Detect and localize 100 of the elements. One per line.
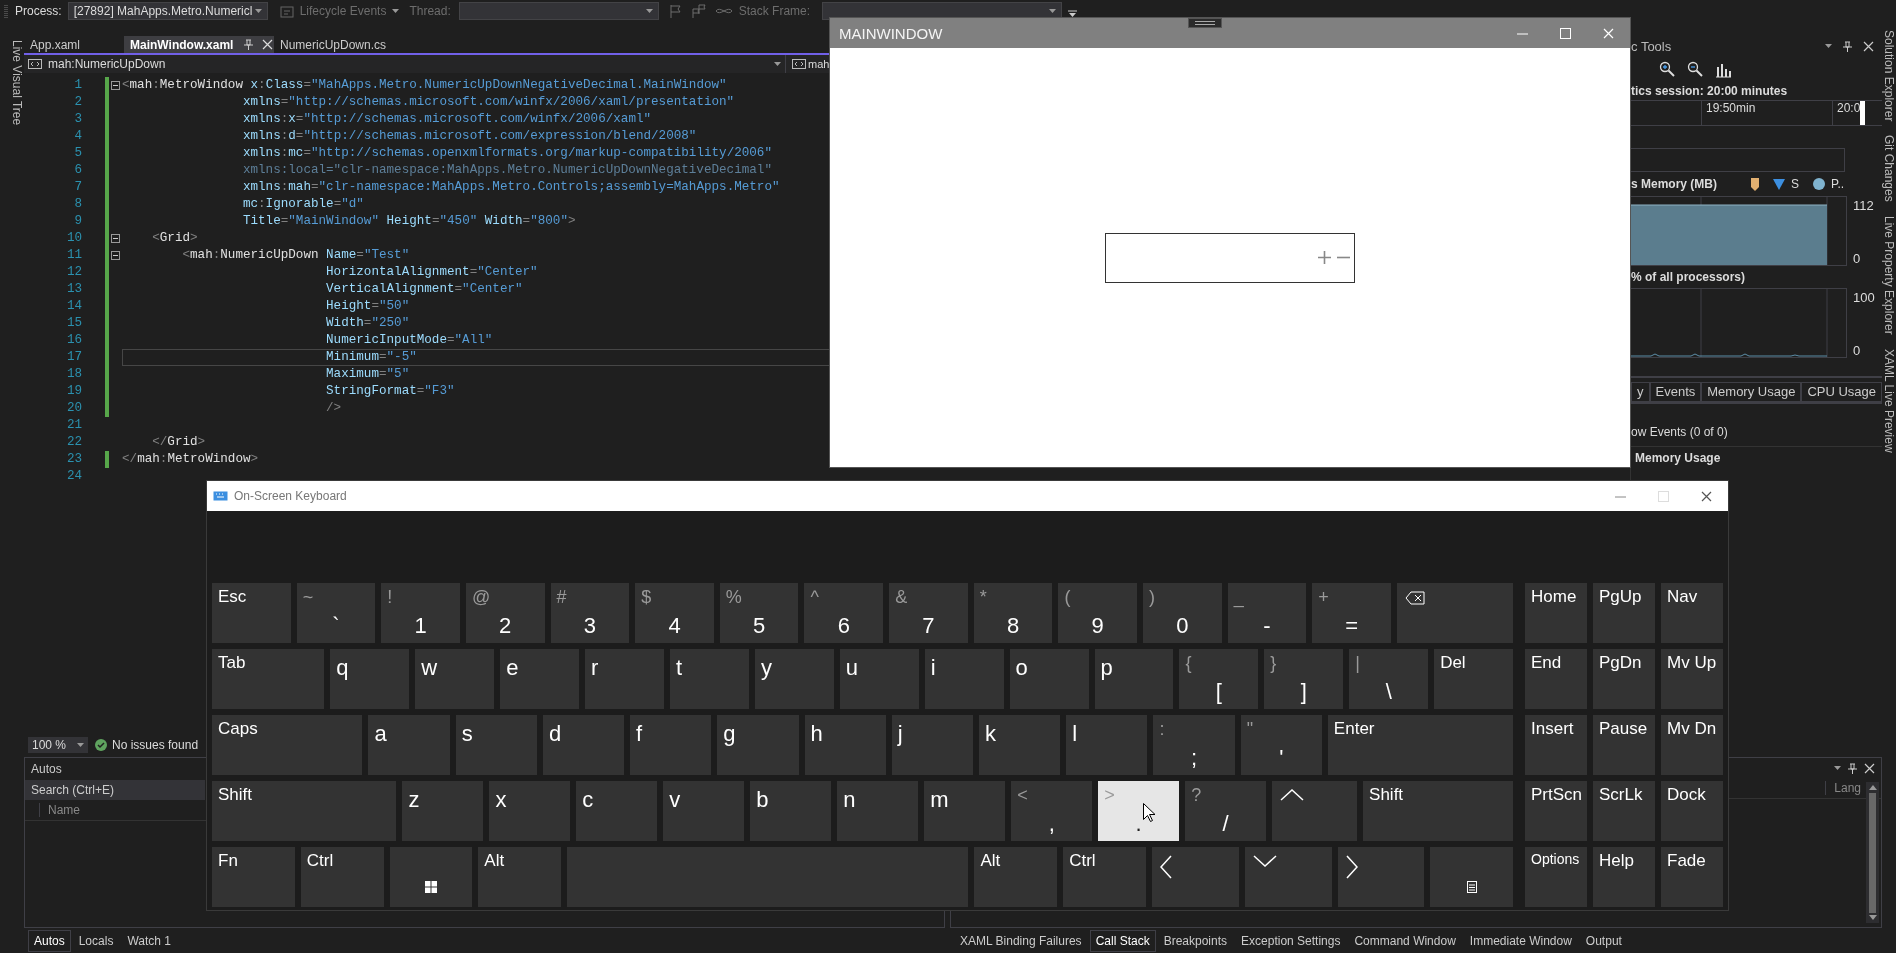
keyboard-key[interactable]: PgDn	[1593, 649, 1655, 709]
keyboard-key[interactable]: ) 0	[1143, 583, 1222, 643]
search-field[interactable]: Search (Ctrl+E)	[25, 780, 205, 800]
overflow-icon[interactable]	[1068, 10, 1078, 18]
keyboard-key[interactable]: s	[455, 715, 537, 775]
keyboard-key[interactable]: ~ `	[296, 583, 376, 643]
close-icon[interactable]	[1701, 490, 1712, 502]
keyboard-key[interactable]: Dock	[1661, 781, 1723, 841]
keyboard-key[interactable]: * 8	[973, 583, 1053, 643]
keyboard-key[interactable]: PgUp	[1593, 583, 1655, 643]
tool-window-tab[interactable]: Breakpoints	[1157, 929, 1234, 952]
scroll-up-icon[interactable]	[1868, 785, 1877, 790]
keyboard-key[interactable]: Insert	[1525, 715, 1587, 775]
keyboard-key[interactable]: q	[330, 649, 410, 709]
panel-tab[interactable]: Memory Usage	[1701, 382, 1802, 402]
keyboard-key[interactable]: Fn	[212, 847, 295, 907]
navigation-dropdown[interactable]: mah	[791, 55, 829, 73]
maximize-icon[interactable]	[1560, 27, 1571, 39]
keyboard-key[interactable]: Nav	[1661, 583, 1723, 643]
tool-window-tab[interactable]: Watch 1	[121, 929, 177, 952]
scroll-thumb-icon[interactable]	[1869, 792, 1876, 913]
editor-tab[interactable]: App.xaml	[24, 36, 124, 53]
tool-window-tab[interactable]: Locals	[72, 929, 120, 952]
keyboard-key[interactable]: : ;	[1153, 715, 1235, 775]
pin-icon[interactable]	[1842, 40, 1853, 52]
keyboard-key[interactable]: v	[663, 781, 745, 841]
keyboard-key[interactable]: { [	[1179, 649, 1259, 709]
pin-icon[interactable]	[243, 39, 255, 50]
keyboard-key[interactable]: e	[500, 649, 580, 709]
time-marker-icon[interactable]	[1860, 101, 1866, 125]
keyboard-key[interactable]: z	[402, 781, 484, 841]
keyboard-key[interactable]: Shift	[212, 781, 397, 841]
keyboard-key[interactable]: h	[804, 715, 886, 775]
keyboard-key[interactable]: % 5	[719, 583, 799, 643]
keyboard-key[interactable]: k	[979, 715, 1061, 775]
keyboard-key[interactable]: i	[924, 649, 1004, 709]
panel-tab[interactable]: Events	[1649, 382, 1702, 402]
keyboard-key[interactable]: Ctrl	[1063, 847, 1146, 907]
tool-window-tab[interactable]: XAML Binding Failures	[954, 929, 1088, 952]
keyboard-key[interactable]: } ]	[1264, 649, 1344, 709]
keyboard-key[interactable]: w	[415, 649, 495, 709]
keyboard-key[interactable]: Mv Dn	[1661, 715, 1723, 775]
keyboard-key[interactable]: Alt	[478, 847, 562, 907]
tool-window-tab[interactable]: Output	[1579, 929, 1628, 952]
side-tab[interactable]: XAML Live Preview	[1882, 348, 1896, 453]
flags-icon[interactable]	[690, 4, 707, 18]
keyboard-key[interactable]: y	[754, 649, 834, 709]
keyboard-key[interactable]: d	[542, 715, 625, 775]
keyboard-key[interactable]	[389, 847, 473, 907]
keyboard-key[interactable]: Esc	[212, 583, 291, 643]
keyboard-key[interactable]: Fade	[1661, 847, 1723, 907]
keyboard-key[interactable]: " '	[1240, 715, 1322, 775]
collapse-icon[interactable]	[111, 234, 120, 243]
keyboard-key[interactable]: End	[1525, 649, 1587, 709]
tool-window-tab[interactable]: Command Window	[1348, 929, 1462, 952]
keyboard-key[interactable]: a	[368, 715, 450, 775]
collapse-icon[interactable]	[111, 251, 120, 260]
side-tab[interactable]: Git Changes	[1882, 135, 1896, 203]
side-tab[interactable]: Solution Explorer	[1882, 30, 1896, 122]
numeric-up-down-field[interactable]	[1105, 232, 1355, 283]
keyboard-key[interactable]: p	[1094, 649, 1174, 709]
keyboard-key[interactable]: Mv Up	[1661, 649, 1723, 709]
navigation-dropdown[interactable]: mah:NumericUpDown	[24, 55, 786, 73]
collapse-icon[interactable]	[111, 81, 120, 90]
keyboard-key[interactable]: ( 9	[1058, 583, 1138, 643]
keyboard-key[interactable]: Shift	[1363, 781, 1513, 841]
keyboard-key[interactable]: Options	[1525, 847, 1587, 907]
panel-tab[interactable]: y	[1631, 382, 1650, 402]
tool-window-tab[interactable]: Call Stack	[1089, 929, 1156, 952]
scroll-down-icon[interactable]	[1868, 915, 1877, 920]
keyboard-key[interactable]: n	[837, 781, 919, 841]
keyboard-key[interactable]: Pause	[1593, 715, 1655, 775]
side-tab[interactable]: Live Visual Tree	[0, 40, 24, 126]
keyboard-key[interactable]: < ,	[1011, 781, 1093, 841]
keyboard-key[interactable]: r	[585, 649, 664, 709]
zoom-out-icon[interactable]	[1687, 61, 1703, 77]
zoom-in-icon[interactable]	[1659, 61, 1675, 77]
side-tab[interactable]: Live Property Explorer	[1882, 216, 1896, 335]
keyboard-key[interactable]: j	[891, 715, 973, 775]
column-header[interactable]: Name	[39, 803, 80, 817]
process-dropdown[interactable]: [27892] MahApps.Metro.Numericl	[67, 2, 268, 20]
keyboard-key[interactable]: u	[839, 649, 919, 709]
keyboard-key[interactable]: l	[1066, 715, 1148, 775]
keyboard-key[interactable]: ScrLk	[1593, 781, 1655, 841]
keyboard-key[interactable]: Del	[1434, 649, 1514, 709]
keyboard-key[interactable]: ^ 6	[804, 583, 884, 643]
keyboard-key[interactable]: | \	[1349, 649, 1429, 709]
keyboard-key[interactable]: m	[924, 781, 1006, 841]
pin-icon[interactable]	[1847, 762, 1858, 774]
keyboard-key[interactable]: ! 1	[381, 583, 460, 643]
zoom-dropdown[interactable]: 100 %	[28, 737, 88, 753]
editor-tab[interactable]: MainWindow.xaml	[124, 36, 274, 53]
keyboard-key[interactable]: b	[750, 781, 832, 841]
tool-window-tab[interactable]: Immediate Window	[1463, 929, 1578, 952]
column-header[interactable]: Lang	[1825, 781, 1861, 795]
keyboard-key[interactable]: f	[630, 715, 712, 775]
editor-tab[interactable]: NumericUpDown.cs	[274, 36, 429, 53]
keyboard-key[interactable]: o	[1009, 649, 1089, 709]
keyboard-key[interactable]: Home	[1525, 583, 1587, 643]
keyboard-key[interactable]: Help	[1593, 847, 1655, 907]
